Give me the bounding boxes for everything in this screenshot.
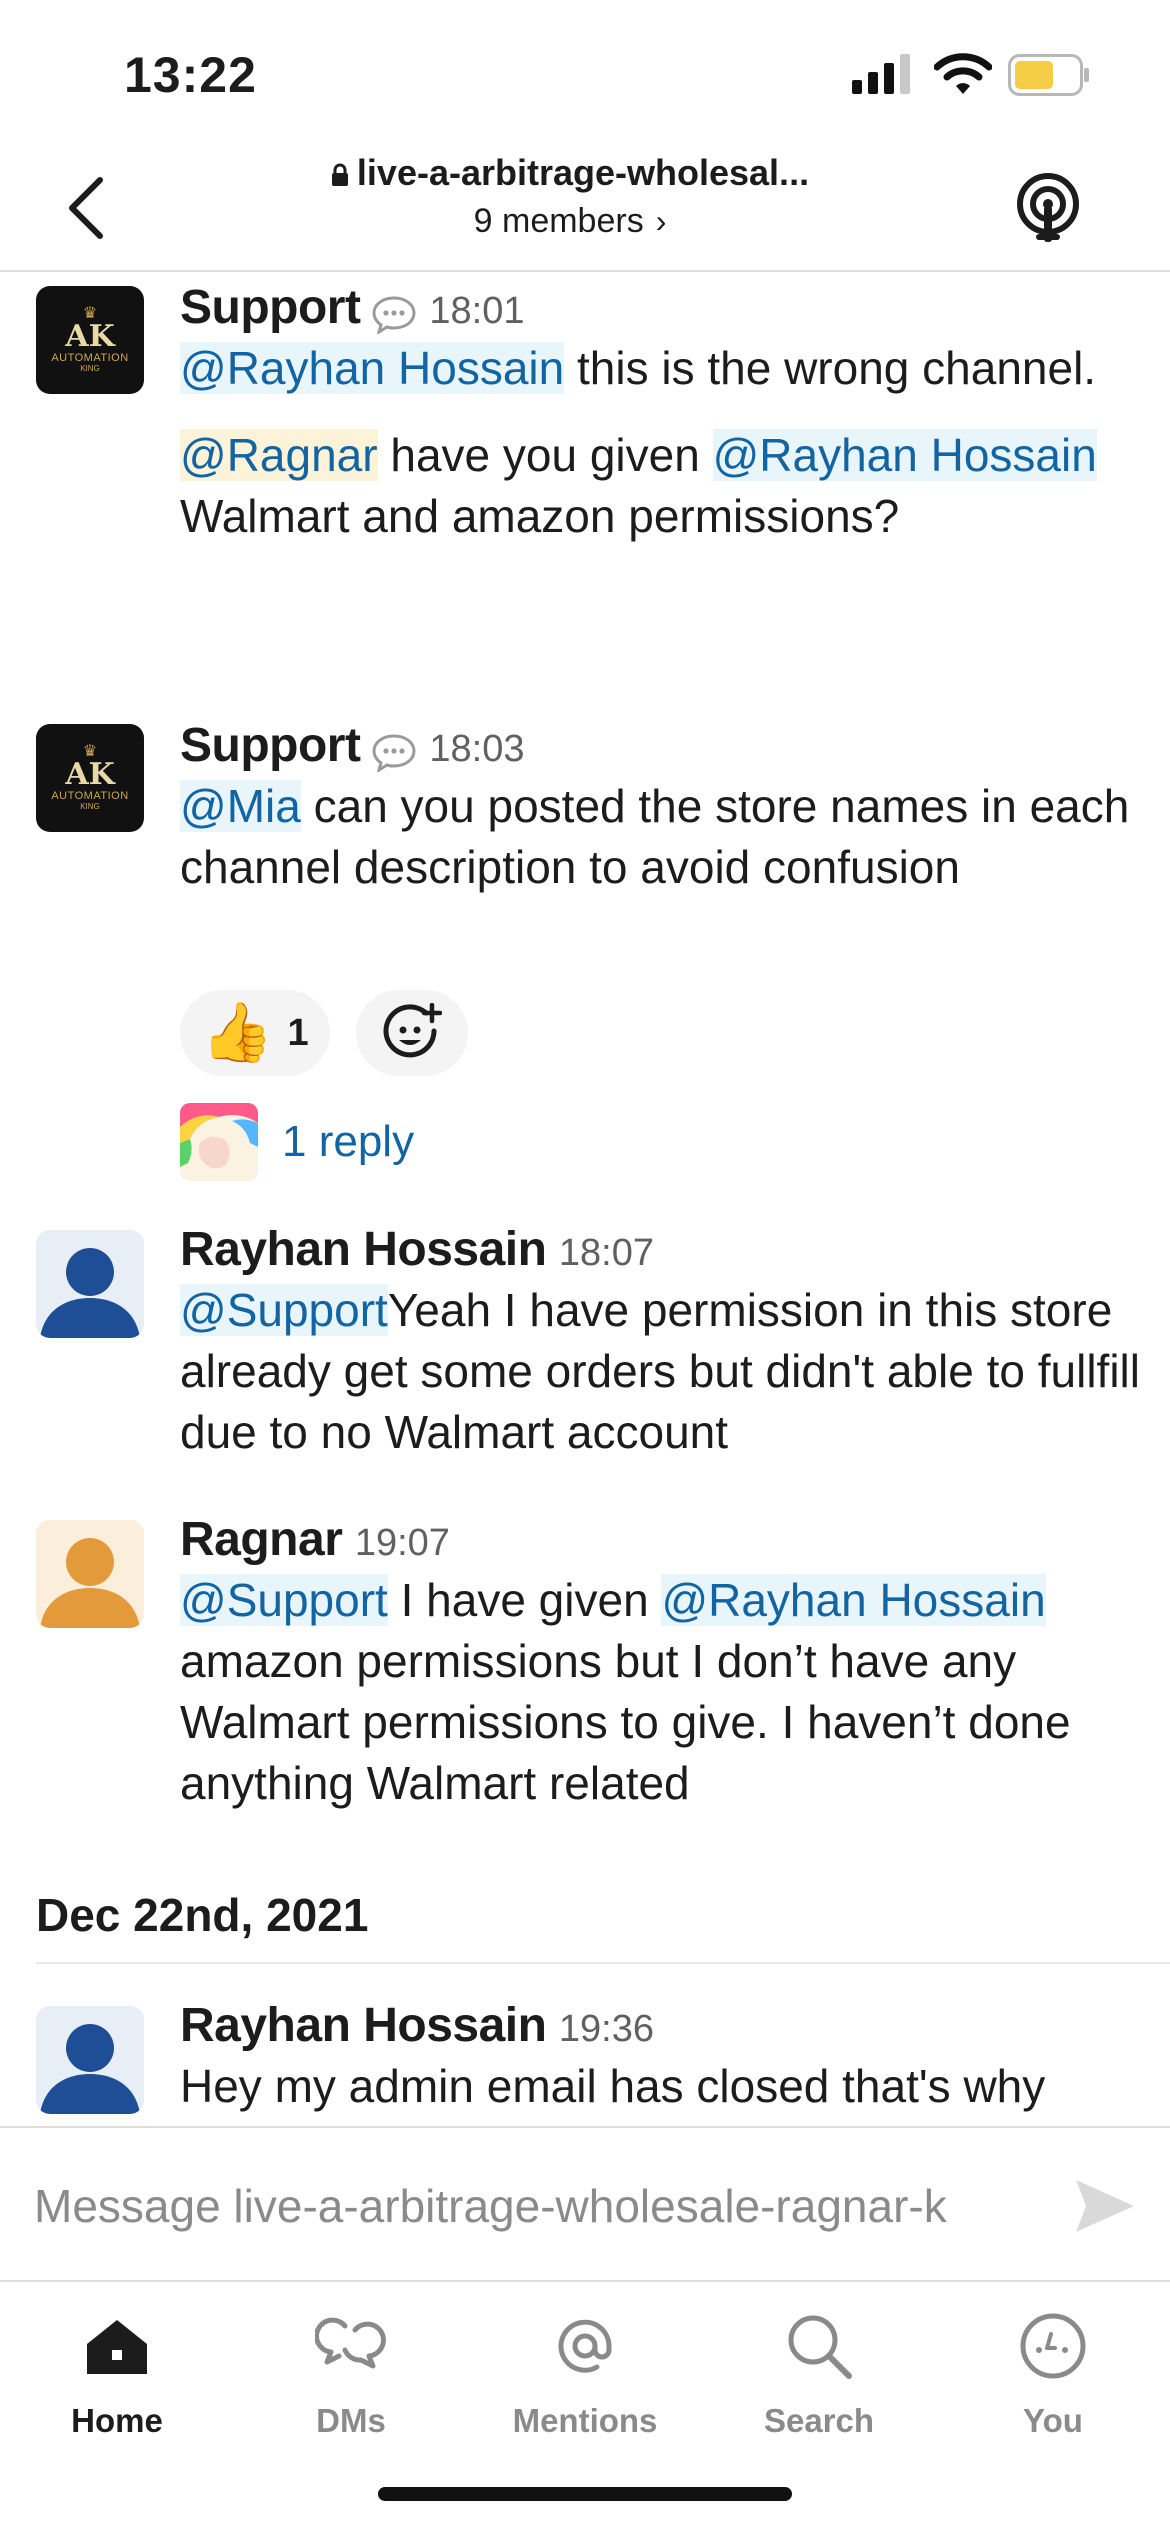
message-time: 18:01: [429, 290, 525, 332]
tab-label: Home: [71, 2402, 163, 2439]
bot-icon: [372, 296, 416, 334]
tab-mentions[interactable]: Mentions: [468, 2300, 702, 2460]
dms-icon: [315, 2317, 386, 2369]
channel-name: live-a-arbitrage-wholesal...: [356, 152, 810, 193]
status-bar: 13:22: [0, 0, 1170, 140]
send-icon[interactable]: [1070, 2172, 1138, 2240]
battery-icon: [1008, 54, 1089, 96]
huddle-button[interactable]: [1012, 172, 1084, 244]
thread-replies[interactable]: 1 reply: [180, 1102, 414, 1182]
reply-avatar: [180, 1103, 258, 1181]
members-label: 9 members: [473, 202, 644, 240]
message-header: Support 18:03: [180, 718, 1140, 776]
avatar[interactable]: [36, 1520, 144, 1628]
message-paragraph: @Mia can you posted the store names in e…: [180, 780, 1130, 893]
add-emoji-icon: [383, 1003, 442, 1058]
message-time: 19:36: [558, 2008, 654, 2050]
message-text: @Mia can you posted the store names in e…: [180, 776, 1140, 898]
message-paragraph: @Ragnar have you given @Rayhan Hossain W…: [180, 429, 1097, 542]
chevron-left-icon: [69, 177, 103, 239]
you-icon: [1020, 2313, 1086, 2379]
add-reaction-button[interactable]: [356, 990, 468, 1076]
author-name[interactable]: Support: [180, 719, 361, 772]
tab-dms[interactable]: DMs: [234, 2300, 468, 2460]
date-divider: Dec 22nd, 2021: [36, 1864, 1170, 1964]
reply-count-link[interactable]: 1 reply: [282, 1117, 414, 1167]
avatar[interactable]: ♛ AK AUTOMATION KING: [36, 724, 144, 832]
author-name[interactable]: Support: [180, 281, 361, 334]
status-time: 13:22: [124, 47, 257, 103]
home-indicator: [378, 2487, 792, 2501]
chevron-right-icon: ›: [655, 203, 667, 239]
message-text: @Rayhan Hossain this is the wrong channe…: [180, 338, 1140, 547]
mentions-icon: [558, 2319, 612, 2373]
message-time: 18:03: [429, 728, 525, 770]
author-name[interactable]: Rayhan Hossain: [180, 1223, 547, 1276]
message-header: Support 18:01: [180, 280, 1140, 338]
message-text: @SupportYeah I have permission in this s…: [180, 1280, 1140, 1463]
message-input[interactable]: [34, 2174, 1044, 2238]
back-button[interactable]: [56, 170, 116, 246]
bot-icon: [372, 734, 416, 772]
cellular-signal-icon: [852, 54, 910, 94]
tab-home[interactable]: Home: [0, 2300, 234, 2460]
tab-label: Search: [763, 2402, 875, 2439]
channel-title-button[interactable]: live-a-arbitrage-wholesal... 9 members ›: [310, 152, 830, 241]
message-list[interactable]: ♛ AK AUTOMATION KING Support 18:01 @Rayh…: [0, 274, 1170, 2126]
message-time: 18:07: [558, 1232, 654, 1274]
message-header: Rayhan Hossain 18:07: [180, 1222, 1140, 1280]
author-name[interactable]: Rayhan Hossain: [180, 1999, 547, 2052]
date-label: Dec 22nd, 2021: [36, 1889, 369, 1941]
mention-link[interactable]: @Support: [180, 1574, 388, 1626]
avatar[interactable]: [36, 1230, 144, 1338]
mention-link[interactable]: @Rayhan Hossain: [661, 1574, 1046, 1626]
tab-search[interactable]: Search: [702, 2300, 936, 2460]
search-icon: [788, 2315, 852, 2379]
message-paragraph: @Rayhan Hossain this is the wrong channe…: [180, 342, 1097, 394]
mention-link[interactable]: @Mia: [180, 780, 301, 832]
avatar[interactable]: [36, 2006, 144, 2114]
message-header: Rayhan Hossain 19:36: [180, 1998, 1140, 2056]
tab-label: Mentions: [512, 2402, 658, 2439]
message-composer: [0, 2126, 1170, 2282]
channel-header: live-a-arbitrage-wholesal... 9 members ›: [0, 140, 1170, 272]
message-paragraph: @SupportYeah I have permission in this s…: [180, 1284, 1140, 1458]
home-icon: [87, 2320, 147, 2374]
mention-link[interactable]: @Ragnar: [180, 429, 378, 481]
reaction-thumbs-up[interactable]: 👍 1: [180, 990, 330, 1076]
thumbs-up-icon: 👍: [201, 1000, 274, 1065]
message-paragraph: @Support I have given @Rayhan Hossain am…: [180, 1574, 1071, 1809]
tab-label: DMs: [316, 2402, 386, 2439]
message-text: Hey my admin email has closed that's why: [180, 2056, 1140, 2117]
message-text: @Support I have given @Rayhan Hossain am…: [180, 1570, 1140, 1814]
channel-title: live-a-arbitrage-wholesal...: [310, 152, 830, 194]
members-count[interactable]: 9 members ›: [310, 202, 830, 241]
avatar[interactable]: ♛ AK AUTOMATION KING: [36, 286, 144, 394]
mention-link[interactable]: @Support: [180, 1284, 388, 1336]
mention-link[interactable]: @Rayhan Hossain: [712, 429, 1097, 481]
lock-icon: [331, 164, 348, 187]
message-paragraph: Hey my admin email has closed that's why: [180, 2060, 1046, 2112]
message-time: 19:07: [354, 1522, 450, 1564]
message-header: Ragnar 19:07: [180, 1512, 1140, 1570]
tab-label: You: [1023, 2402, 1083, 2439]
reaction-count: 1: [287, 1011, 309, 1054]
mention-link[interactable]: @Rayhan Hossain: [180, 342, 565, 394]
wifi-icon: [934, 53, 992, 94]
author-name[interactable]: Ragnar: [180, 1513, 343, 1566]
tab-you[interactable]: You: [936, 2300, 1170, 2460]
